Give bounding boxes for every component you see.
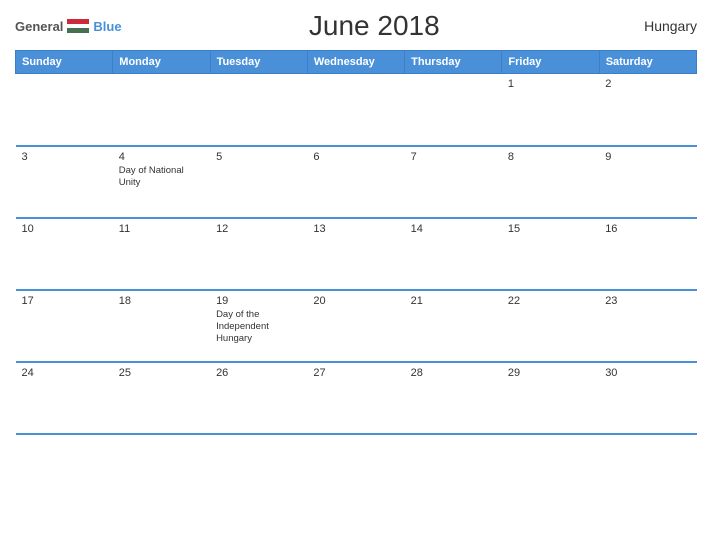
day-number: 8 bbox=[508, 151, 593, 163]
calendar-cell bbox=[16, 74, 113, 146]
calendar-body: 1234Day of National Unity567891011121314… bbox=[16, 74, 697, 434]
day-number: 21 bbox=[411, 295, 496, 307]
calendar-cell: 22 bbox=[502, 290, 599, 362]
col-monday: Monday bbox=[113, 51, 210, 74]
calendar-cell: 15 bbox=[502, 218, 599, 290]
day-number: 9 bbox=[605, 151, 690, 163]
country-label: Hungary bbox=[627, 18, 697, 34]
calendar-cell: 11 bbox=[113, 218, 210, 290]
calendar-cell: 27 bbox=[307, 362, 404, 434]
calendar-cell: 13 bbox=[307, 218, 404, 290]
event-label: Day of National Unity bbox=[119, 165, 204, 190]
calendar-cell: 23 bbox=[599, 290, 696, 362]
week-row: 24 25 26 27 28 29 30 bbox=[16, 362, 697, 434]
day-number: 26 bbox=[216, 367, 301, 379]
day-number: 15 bbox=[508, 223, 593, 235]
day-number: 30 bbox=[605, 367, 690, 379]
col-saturday: Saturday bbox=[599, 51, 696, 74]
day-number: 25 bbox=[119, 367, 204, 379]
calendar-cell: 8 bbox=[502, 146, 599, 218]
calendar-cell: 12 bbox=[210, 218, 307, 290]
logo-blue-text: Blue bbox=[93, 19, 121, 34]
day-number: 14 bbox=[411, 223, 496, 235]
week-row: 12 bbox=[16, 74, 697, 146]
week-row: 34 Day of National Unity 56 789 bbox=[16, 146, 697, 218]
calendar-cell: 30 bbox=[599, 362, 696, 434]
day-number: 4 bbox=[119, 151, 204, 163]
col-wednesday: Wednesday bbox=[307, 51, 404, 74]
calendar-cell: 5 bbox=[210, 146, 307, 218]
col-friday: Friday bbox=[502, 51, 599, 74]
calendar-cell: 26 bbox=[210, 362, 307, 434]
calendar-cell: 29 bbox=[502, 362, 599, 434]
col-tuesday: Tuesday bbox=[210, 51, 307, 74]
calendar-cell: 7 bbox=[405, 146, 502, 218]
calendar-cell: 28 bbox=[405, 362, 502, 434]
calendar-cell: 9 bbox=[599, 146, 696, 218]
day-number: 23 bbox=[605, 295, 690, 307]
calendar-cell bbox=[210, 74, 307, 146]
day-number: 20 bbox=[313, 295, 398, 307]
calendar-title: June 2018 bbox=[122, 10, 627, 42]
day-number: 3 bbox=[22, 151, 107, 163]
day-number: 24 bbox=[22, 367, 107, 379]
week-row: 10 11 12 13 14 15 16 bbox=[16, 218, 697, 290]
calendar-cell: 25 bbox=[113, 362, 210, 434]
flag-icon bbox=[67, 19, 89, 33]
page-header: General Blue June 2018 Hungary bbox=[15, 10, 697, 42]
col-sunday: Sunday bbox=[16, 51, 113, 74]
day-number: 29 bbox=[508, 367, 593, 379]
calendar-cell: 6 bbox=[307, 146, 404, 218]
calendar-cell: 1 bbox=[502, 74, 599, 146]
calendar-header: Sunday Monday Tuesday Wednesday Thursday… bbox=[16, 51, 697, 74]
calendar-cell: 17 bbox=[16, 290, 113, 362]
calendar-cell: 20 bbox=[307, 290, 404, 362]
calendar-cell: 16 bbox=[599, 218, 696, 290]
day-number: 22 bbox=[508, 295, 593, 307]
calendar-cell: 21 bbox=[405, 290, 502, 362]
day-number: 6 bbox=[313, 151, 398, 163]
calendar-page: General Blue June 2018 Hungary Sunday Mo… bbox=[0, 0, 712, 550]
calendar-cell: 10 bbox=[16, 218, 113, 290]
day-number: 5 bbox=[216, 151, 301, 163]
calendar-cell: 2 bbox=[599, 74, 696, 146]
logo-general-text: General bbox=[15, 19, 63, 34]
weekday-row: Sunday Monday Tuesday Wednesday Thursday… bbox=[16, 51, 697, 74]
calendar-cell bbox=[405, 74, 502, 146]
day-number: 16 bbox=[605, 223, 690, 235]
calendar-cell: 18 bbox=[113, 290, 210, 362]
event-label: Day of the Independent Hungary bbox=[216, 309, 301, 346]
calendar-cell bbox=[113, 74, 210, 146]
day-number: 13 bbox=[313, 223, 398, 235]
calendar-table: Sunday Monday Tuesday Wednesday Thursday… bbox=[15, 50, 697, 435]
day-number: 11 bbox=[119, 223, 204, 235]
day-number: 19 bbox=[216, 295, 301, 307]
logo: General Blue bbox=[15, 19, 122, 34]
calendar-cell: 14 bbox=[405, 218, 502, 290]
day-number: 18 bbox=[119, 295, 204, 307]
col-thursday: Thursday bbox=[405, 51, 502, 74]
day-number: 28 bbox=[411, 367, 496, 379]
calendar-cell bbox=[307, 74, 404, 146]
day-number: 12 bbox=[216, 223, 301, 235]
day-number: 10 bbox=[22, 223, 107, 235]
calendar-cell: 4 Day of National Unity bbox=[113, 146, 210, 218]
day-number: 1 bbox=[508, 78, 593, 90]
calendar-cell: 24 bbox=[16, 362, 113, 434]
day-number: 27 bbox=[313, 367, 398, 379]
week-row: 17 18 19 Day of the Independent Hungary 20 21… bbox=[16, 290, 697, 362]
calendar-cell: 3 bbox=[16, 146, 113, 218]
day-number: 2 bbox=[605, 78, 690, 90]
calendar-cell: 19 Day of the Independent Hungary bbox=[210, 290, 307, 362]
day-number: 17 bbox=[22, 295, 107, 307]
day-number: 7 bbox=[411, 151, 496, 163]
